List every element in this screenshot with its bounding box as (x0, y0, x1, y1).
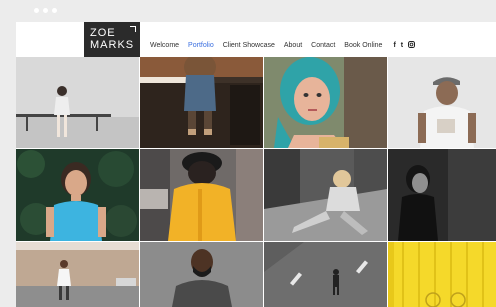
main-nav: Welcome Portfolio Client Showcase About … (150, 39, 420, 51)
photo-man-walking-on-road[interactable] (264, 242, 387, 307)
photo-woman-by-brick-wall[interactable] (16, 242, 139, 307)
nav-portfolio[interactable]: Portfolio (188, 42, 214, 49)
browser-titlebar (12, 0, 496, 22)
site-logo[interactable]: ZOE MARKS (84, 22, 140, 57)
window-dot-minimize[interactable] (43, 8, 48, 13)
nav-about[interactable]: About (284, 42, 302, 49)
photo-woman-with-teal-hair[interactable] (264, 57, 387, 148)
photo-man-with-cap-smiling[interactable] (388, 57, 496, 148)
photo-person-in-doorway[interactable] (140, 57, 263, 148)
site-header: ZOE MARKS Welcome Portfolio Client Showc… (16, 22, 496, 57)
photo-woman-in-yellow-jacket[interactable] (140, 149, 263, 241)
window-dot-maximize[interactable] (52, 8, 57, 13)
nav-client-showcase[interactable]: Client Showcase (223, 42, 275, 49)
facebook-icon[interactable]: f (393, 42, 395, 49)
photo-woman-in-dark-shadow[interactable] (388, 149, 496, 241)
twitter-icon[interactable]: t (401, 42, 403, 49)
photo-man-with-beard[interactable] (140, 242, 263, 307)
photo-woman-among-leaves[interactable] (16, 149, 139, 241)
window-dot-close[interactable] (34, 8, 39, 13)
photo-yellow-wall-bicycle[interactable] (388, 242, 496, 307)
photo-woman-sitting-on-street[interactable] (264, 149, 387, 241)
logo-line-2: MARKS (90, 39, 135, 51)
instagram-icon[interactable] (408, 40, 416, 50)
nav-welcome[interactable]: Welcome (150, 42, 179, 49)
browser-window: ZOE MARKS Welcome Portfolio Client Showc… (0, 0, 496, 307)
photo-grid (16, 57, 496, 307)
photo-woman-sitting-on-bench[interactable] (16, 57, 139, 148)
logo-corner-mark (130, 26, 136, 32)
nav-contact[interactable]: Contact (311, 42, 335, 49)
page-viewport: ZOE MARKS Welcome Portfolio Client Showc… (16, 22, 496, 307)
social-links: f t (393, 40, 420, 50)
nav-book-online[interactable]: Book Online (344, 42, 382, 49)
